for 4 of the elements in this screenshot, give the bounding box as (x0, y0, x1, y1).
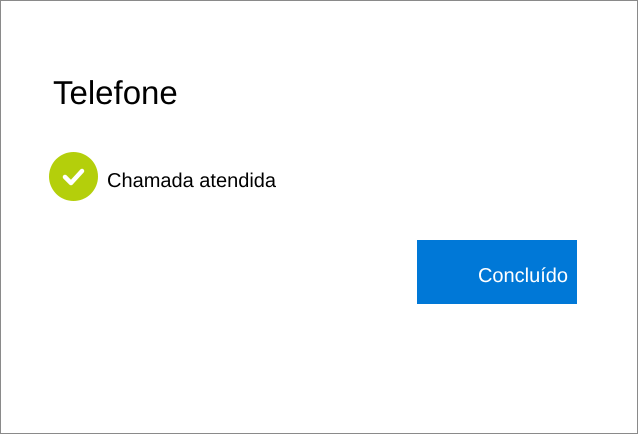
done-button[interactable]: Concluído (417, 240, 577, 304)
check-circle-icon (49, 152, 98, 201)
dialog-title: Telefone (53, 73, 179, 113)
status-text: Chamada atendida (107, 168, 276, 194)
